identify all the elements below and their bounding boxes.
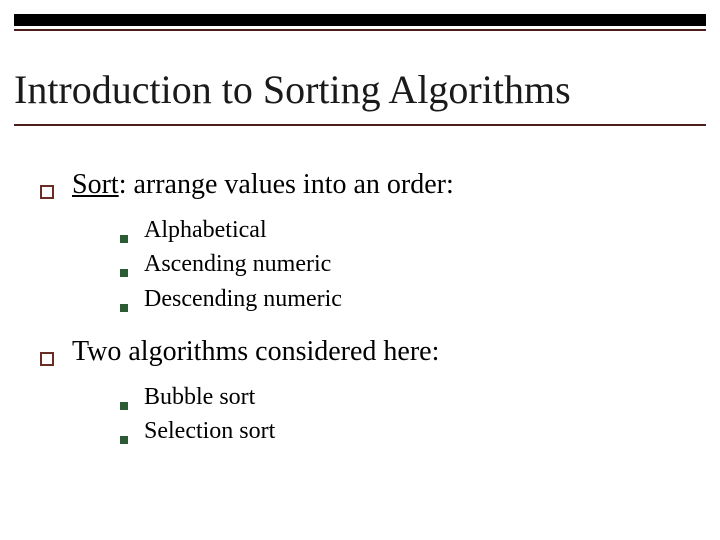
sub-list-item: Alphabetical [120, 214, 680, 246]
square-bullet-icon [120, 269, 128, 277]
slide-body: Sort: arrange values into an order: Alph… [40, 150, 680, 466]
sub-list-item-text: Descending numeric [144, 283, 342, 315]
list-item-rest: Two algorithms considered here: [72, 336, 439, 367]
list-item-text: Sort: arrange values into an order: [72, 166, 454, 204]
sub-list-item-text: Ascending numeric [144, 248, 331, 280]
list-item-text: Two algorithms considered here: [72, 333, 439, 371]
sub-list-item: Bubble sort [120, 381, 680, 413]
square-outline-bullet-icon [40, 185, 54, 199]
slide-title: Introduction to Sorting Algorithms [14, 68, 706, 112]
square-bullet-icon [120, 304, 128, 312]
list-item-rest: : arrange values into an order: [119, 169, 454, 200]
sub-list-item: Descending numeric [120, 283, 680, 315]
square-bullet-icon [120, 402, 128, 410]
sub-list-item-text: Selection sort [144, 415, 275, 447]
top-accent-bar [14, 14, 706, 26]
sublist: Alphabetical Ascending numeric Descendin… [120, 214, 680, 315]
list-item: Sort: arrange values into an order: [40, 166, 680, 204]
sublist: Bubble sort Selection sort [120, 381, 680, 448]
sub-list-item: Ascending numeric [120, 248, 680, 280]
title-underline [14, 124, 706, 126]
sub-list-item-text: Alphabetical [144, 214, 267, 246]
square-outline-bullet-icon [40, 352, 54, 366]
square-bullet-icon [120, 235, 128, 243]
sub-list-item-text: Bubble sort [144, 381, 255, 413]
list-item: Two algorithms considered here: [40, 333, 680, 371]
slide: Introduction to Sorting Algorithms Sort:… [0, 0, 720, 540]
square-bullet-icon [120, 436, 128, 444]
top-sub-accent-bar [14, 29, 706, 31]
term-underlined: Sort [72, 169, 119, 200]
sub-list-item: Selection sort [120, 415, 680, 447]
